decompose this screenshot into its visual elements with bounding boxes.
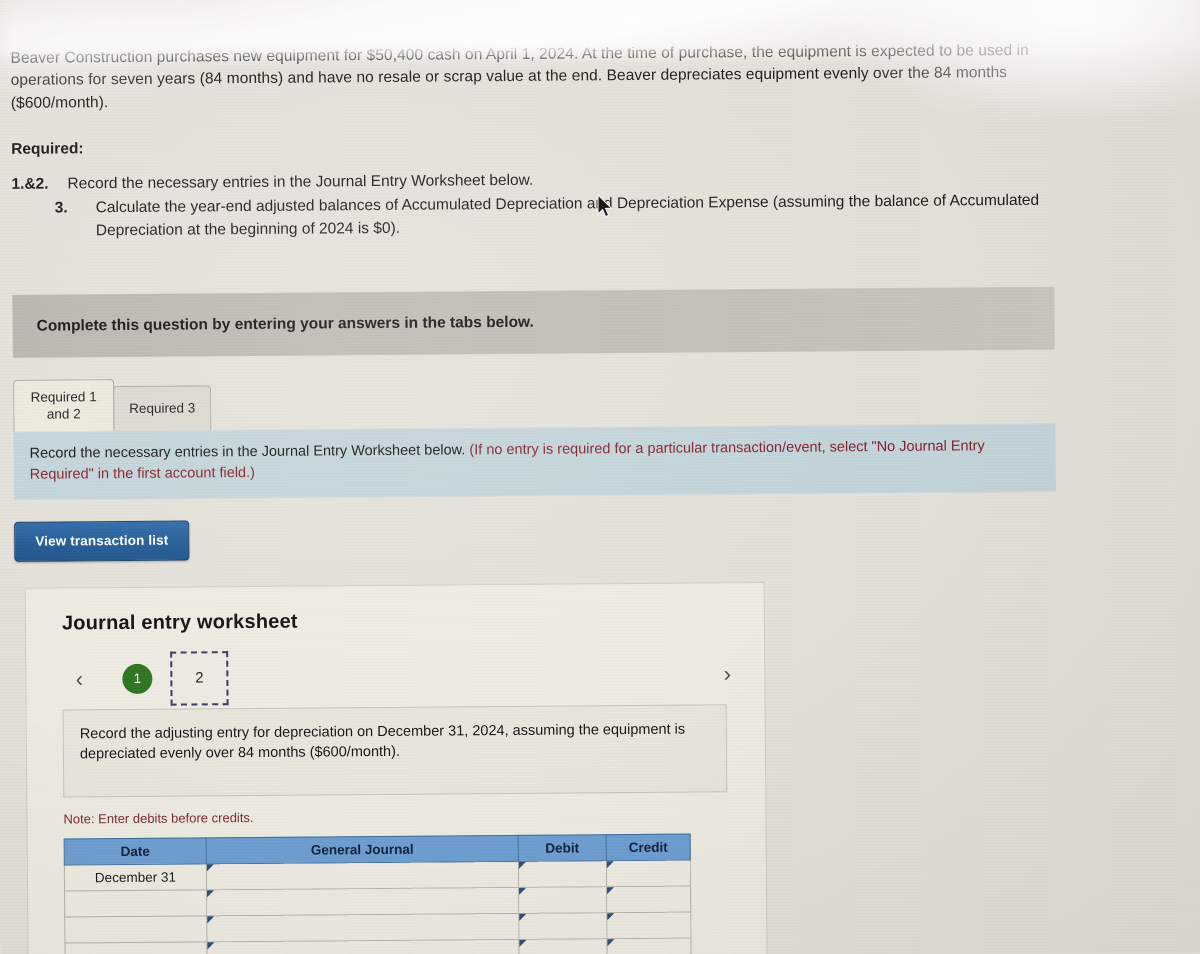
instruction-strip: Record the necessary entries in the Jour…: [13, 424, 1056, 500]
requirement-tabs: Required 1 and 2 Required 3: [13, 371, 1200, 433]
required-item-3-text: Calculate the year-end adjusted balances…: [95, 192, 1040, 240]
instruction-main-text: Record the necessary entries in the Jour…: [29, 442, 466, 463]
cell-debit-3[interactable]: [518, 912, 607, 939]
debits-before-credits-note: Note: Enter debits before credits.: [63, 809, 254, 826]
cell-date-4: [64, 941, 208, 954]
worksheet-page-1[interactable]: 1: [122, 663, 153, 694]
column-header-credit: Credit: [606, 833, 691, 861]
worksheet-page-2[interactable]: 2: [170, 650, 229, 706]
tab-required-3[interactable]: Required 3: [113, 385, 212, 432]
chevron-right-icon[interactable]: ›: [710, 661, 744, 686]
cell-date-3: [64, 915, 207, 943]
complete-question-banner: Complete this question by entering your …: [12, 287, 1055, 359]
cell-credit-4[interactable]: [606, 937, 692, 954]
cell-account-4[interactable]: [206, 938, 520, 954]
cell-credit-1[interactable]: [606, 859, 691, 887]
journal-entry-table: Date General Journal Debit Credit Decemb…: [64, 833, 692, 954]
cell-debit-1[interactable]: [518, 860, 607, 887]
required-label: Required:: [11, 140, 84, 158]
cell-account-2[interactable]: [206, 886, 519, 916]
worksheet-title: Journal entry worksheet: [61, 610, 298, 634]
page-content: Beaver Construction purchases new equipm…: [0, 0, 1200, 954]
complete-question-banner-text: Complete this question by entering your …: [36, 313, 534, 335]
cell-date-1: December 31: [64, 863, 207, 891]
problem-paragraph: Beaver Construction purchases new equipm…: [10, 41, 1029, 112]
cell-date-2: [64, 889, 207, 917]
cell-credit-3[interactable]: [606, 911, 691, 939]
tab-required-1-and-2[interactable]: Required 1 and 2: [13, 379, 115, 433]
cell-debit-2[interactable]: [518, 886, 607, 913]
required-item-1-number: 1.&2.: [11, 175, 49, 193]
cell-credit-2[interactable]: [606, 885, 691, 913]
journal-table-body: December 31: [64, 859, 692, 954]
journal-entry-worksheet-card: Journal entry worksheet ‹ 1 2 › Record t…: [24, 581, 769, 954]
column-header-debit: Debit: [518, 834, 607, 861]
screen-surface: Beaver Construction purchases new equipm…: [0, 0, 1200, 954]
column-header-date: Date: [64, 837, 207, 865]
cell-account-1[interactable]: [206, 860, 519, 890]
worksheet-pager: ‹ 1 2 ›: [62, 650, 738, 706]
view-transaction-list-button[interactable]: View transaction list: [14, 519, 190, 562]
cell-debit-4[interactable]: [518, 938, 608, 954]
chevron-left-icon[interactable]: ‹: [62, 666, 96, 691]
worksheet-prompt: Record the adjusting entry for depreciat…: [62, 703, 728, 797]
photo-of-screen: Beaver Construction purchases new equipm…: [0, 0, 1200, 954]
required-item-3: 3. Calculate the year-end adjusted balan…: [12, 189, 1200, 243]
column-header-general-journal: General Journal: [206, 834, 519, 864]
cell-account-3[interactable]: [206, 912, 519, 942]
required-item-3-number: 3.: [54, 199, 68, 217]
required-items-list: 1.&2. Record the necessary entries in th…: [11, 164, 1200, 243]
